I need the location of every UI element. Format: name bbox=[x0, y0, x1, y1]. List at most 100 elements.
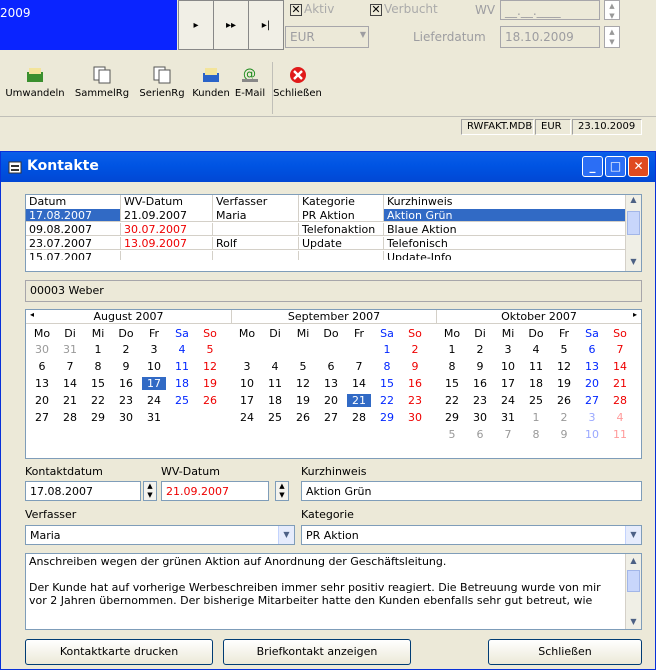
close-dialog-button[interactable]: Schließen bbox=[488, 639, 642, 665]
calendar-day[interactable]: 10 bbox=[580, 428, 604, 441]
calendar-day[interactable]: 23 bbox=[468, 394, 492, 407]
calendar-day[interactable]: 9 bbox=[552, 428, 576, 441]
calendar-day[interactable]: 26 bbox=[552, 394, 576, 407]
verbucht-checkbox[interactable]: ✕ Verbucht bbox=[370, 2, 438, 16]
calendar-day[interactable]: 28 bbox=[58, 411, 82, 424]
calendar-day[interactable]: 5 bbox=[198, 343, 222, 356]
calendar-day[interactable]: 27 bbox=[580, 394, 604, 407]
calendar-day[interactable]: 11 bbox=[170, 360, 194, 373]
calendar-day[interactable]: 17 bbox=[496, 377, 520, 390]
maximize-button[interactable]: □ bbox=[605, 156, 626, 177]
calendar-day[interactable]: 30 bbox=[468, 411, 492, 424]
calendar-day[interactable]: 24 bbox=[142, 394, 166, 407]
calendar-day[interactable]: 2 bbox=[468, 343, 492, 356]
calendar-day[interactable]: 5 bbox=[440, 428, 464, 441]
calendar-day[interactable]: 30 bbox=[114, 411, 138, 424]
calendar-day[interactable]: 1 bbox=[86, 343, 110, 356]
verfasser-select[interactable]: Maria ▼ bbox=[25, 525, 295, 545]
contacts-table[interactable]: Datum WV-Datum Verfasser Kategorie Kurzh… bbox=[25, 194, 642, 272]
kunden-button[interactable]: Kunden bbox=[189, 62, 233, 114]
calendar-day[interactable]: 12 bbox=[198, 360, 222, 373]
calendar-day[interactable]: 31 bbox=[58, 343, 82, 356]
calendar-day[interactable]: 3 bbox=[496, 343, 520, 356]
nav-fast-forward-button[interactable]: ▸▸ bbox=[213, 0, 249, 50]
lieferdatum-spinner[interactable]: ▲ ▼ bbox=[604, 26, 620, 48]
calendar-day[interactable]: 16 bbox=[468, 377, 492, 390]
calendar-day[interactable]: 31 bbox=[142, 411, 166, 424]
calendar-day[interactable]: 15 bbox=[375, 377, 399, 390]
calendar-day[interactable]: 8 bbox=[375, 360, 399, 373]
calendar-day[interactable]: 2 bbox=[114, 343, 138, 356]
calendar-day[interactable]: 16 bbox=[114, 377, 138, 390]
show-letter-contact-button[interactable]: Briefkontakt anzeigen bbox=[223, 639, 411, 665]
calendar-day[interactable]: 18 bbox=[170, 377, 194, 390]
calendar-day[interactable]: 3 bbox=[235, 360, 259, 373]
calendar-day[interactable]: 25 bbox=[170, 394, 194, 407]
umwandeln-button[interactable]: Umwandeln bbox=[2, 62, 68, 114]
table-scrollbar[interactable]: ▲ ▼ bbox=[625, 195, 641, 271]
calendar-day[interactable]: 26 bbox=[198, 394, 222, 407]
calendar-day[interactable]: 22 bbox=[86, 394, 110, 407]
lieferdatum-field[interactable]: 18.10.2009 bbox=[500, 26, 600, 48]
calendar-day[interactable]: 25 bbox=[524, 394, 548, 407]
calendar-day[interactable]: 1 bbox=[440, 343, 464, 356]
calendar-day[interactable]: 23 bbox=[114, 394, 138, 407]
calendar-day[interactable]: 9 bbox=[114, 360, 138, 373]
chevron-down-icon[interactable]: ▼ bbox=[278, 526, 294, 544]
kontaktdatum-spinner[interactable]: ▲ ▼ bbox=[143, 481, 157, 501]
calendar-day[interactable]: 7 bbox=[58, 360, 82, 373]
calendar-day[interactable]: 9 bbox=[468, 360, 492, 373]
calendar-day[interactable]: 8 bbox=[440, 360, 464, 373]
wvdatum-spinner[interactable]: ▲ ▼ bbox=[275, 481, 289, 501]
calendar-day[interactable]: 31 bbox=[496, 411, 520, 424]
kategorie-select[interactable]: PR Aktion ▼ bbox=[301, 525, 642, 545]
wv-field[interactable]: __.__.____ bbox=[500, 0, 600, 20]
aktiv-checkbox[interactable]: ✕ Aktiv bbox=[290, 2, 334, 16]
calendar-day[interactable]: 12 bbox=[291, 377, 315, 390]
table-row[interactable]: 15.07.2007 Update-Info bbox=[26, 251, 626, 260]
calendar-day[interactable]: 4 bbox=[263, 360, 287, 373]
calendar-day[interactable]: 24 bbox=[235, 411, 259, 424]
minimize-button[interactable]: _ bbox=[582, 156, 603, 177]
calendar-day[interactable]: 19 bbox=[552, 377, 576, 390]
schliessen-toolbar-button[interactable]: Schließen bbox=[272, 62, 322, 114]
col-header-wvdatum[interactable]: WV-Datum bbox=[121, 195, 213, 209]
calendar-day[interactable]: 7 bbox=[347, 360, 371, 373]
col-header-datum[interactable]: Datum bbox=[26, 195, 121, 209]
calendar-day[interactable]: 1 bbox=[375, 343, 399, 356]
calendar-day[interactable]: 27 bbox=[30, 411, 54, 424]
calendar-day[interactable]: 11 bbox=[263, 377, 287, 390]
calendar-day[interactable]: 5 bbox=[291, 360, 315, 373]
calendar-day[interactable]: 22 bbox=[440, 394, 464, 407]
calendar-day[interactable]: 17 bbox=[235, 394, 259, 407]
sammelrg-button[interactable]: SammelRg bbox=[70, 62, 134, 114]
calendar-day[interactable]: 20 bbox=[30, 394, 54, 407]
nav-next-button[interactable]: ▸ bbox=[178, 0, 214, 50]
calendar-day[interactable]: 11 bbox=[608, 428, 632, 441]
currency-select[interactable]: EUR ▼ bbox=[285, 26, 369, 48]
next-month-icon[interactable]: ▸ bbox=[633, 310, 637, 319]
calendar-day[interactable]: 19 bbox=[291, 394, 315, 407]
calendar-day[interactable]: 2 bbox=[552, 411, 576, 424]
kurzhinweis-input[interactable]: Aktion Grün bbox=[301, 481, 642, 501]
calendar-day[interactable]: 4 bbox=[524, 343, 548, 356]
notes-scrollbar[interactable]: ▲ ▼ bbox=[625, 554, 641, 629]
calendar-day[interactable]: 29 bbox=[440, 411, 464, 424]
kontaktdatum-input[interactable]: 17.08.2007 bbox=[25, 481, 141, 501]
calendar-day[interactable]: 6 bbox=[468, 428, 492, 441]
calendar-day[interactable]: 20 bbox=[580, 377, 604, 390]
calendar-day[interactable]: 7 bbox=[608, 343, 632, 356]
calendar-day[interactable]: 27 bbox=[319, 411, 343, 424]
calendar-day[interactable]: 19 bbox=[198, 377, 222, 390]
calendar-day[interactable]: 6 bbox=[319, 360, 343, 373]
chevron-down-icon[interactable]: ▼ bbox=[625, 526, 641, 544]
calendar-day[interactable]: 7 bbox=[496, 428, 520, 441]
calendar-day[interactable]: 8 bbox=[524, 428, 548, 441]
calendar-day[interactable]: 21 bbox=[347, 394, 371, 407]
wvdatum-input[interactable]: 21.09.2007 bbox=[161, 481, 269, 501]
calendar-day[interactable]: 24 bbox=[496, 394, 520, 407]
notes-textarea[interactable]: Anschreiben wegen der grünen Aktion auf … bbox=[25, 553, 642, 630]
calendar-day[interactable]: 3 bbox=[580, 411, 604, 424]
calendar-day[interactable]: 4 bbox=[170, 343, 194, 356]
calendar-day[interactable]: 17 bbox=[142, 377, 166, 390]
